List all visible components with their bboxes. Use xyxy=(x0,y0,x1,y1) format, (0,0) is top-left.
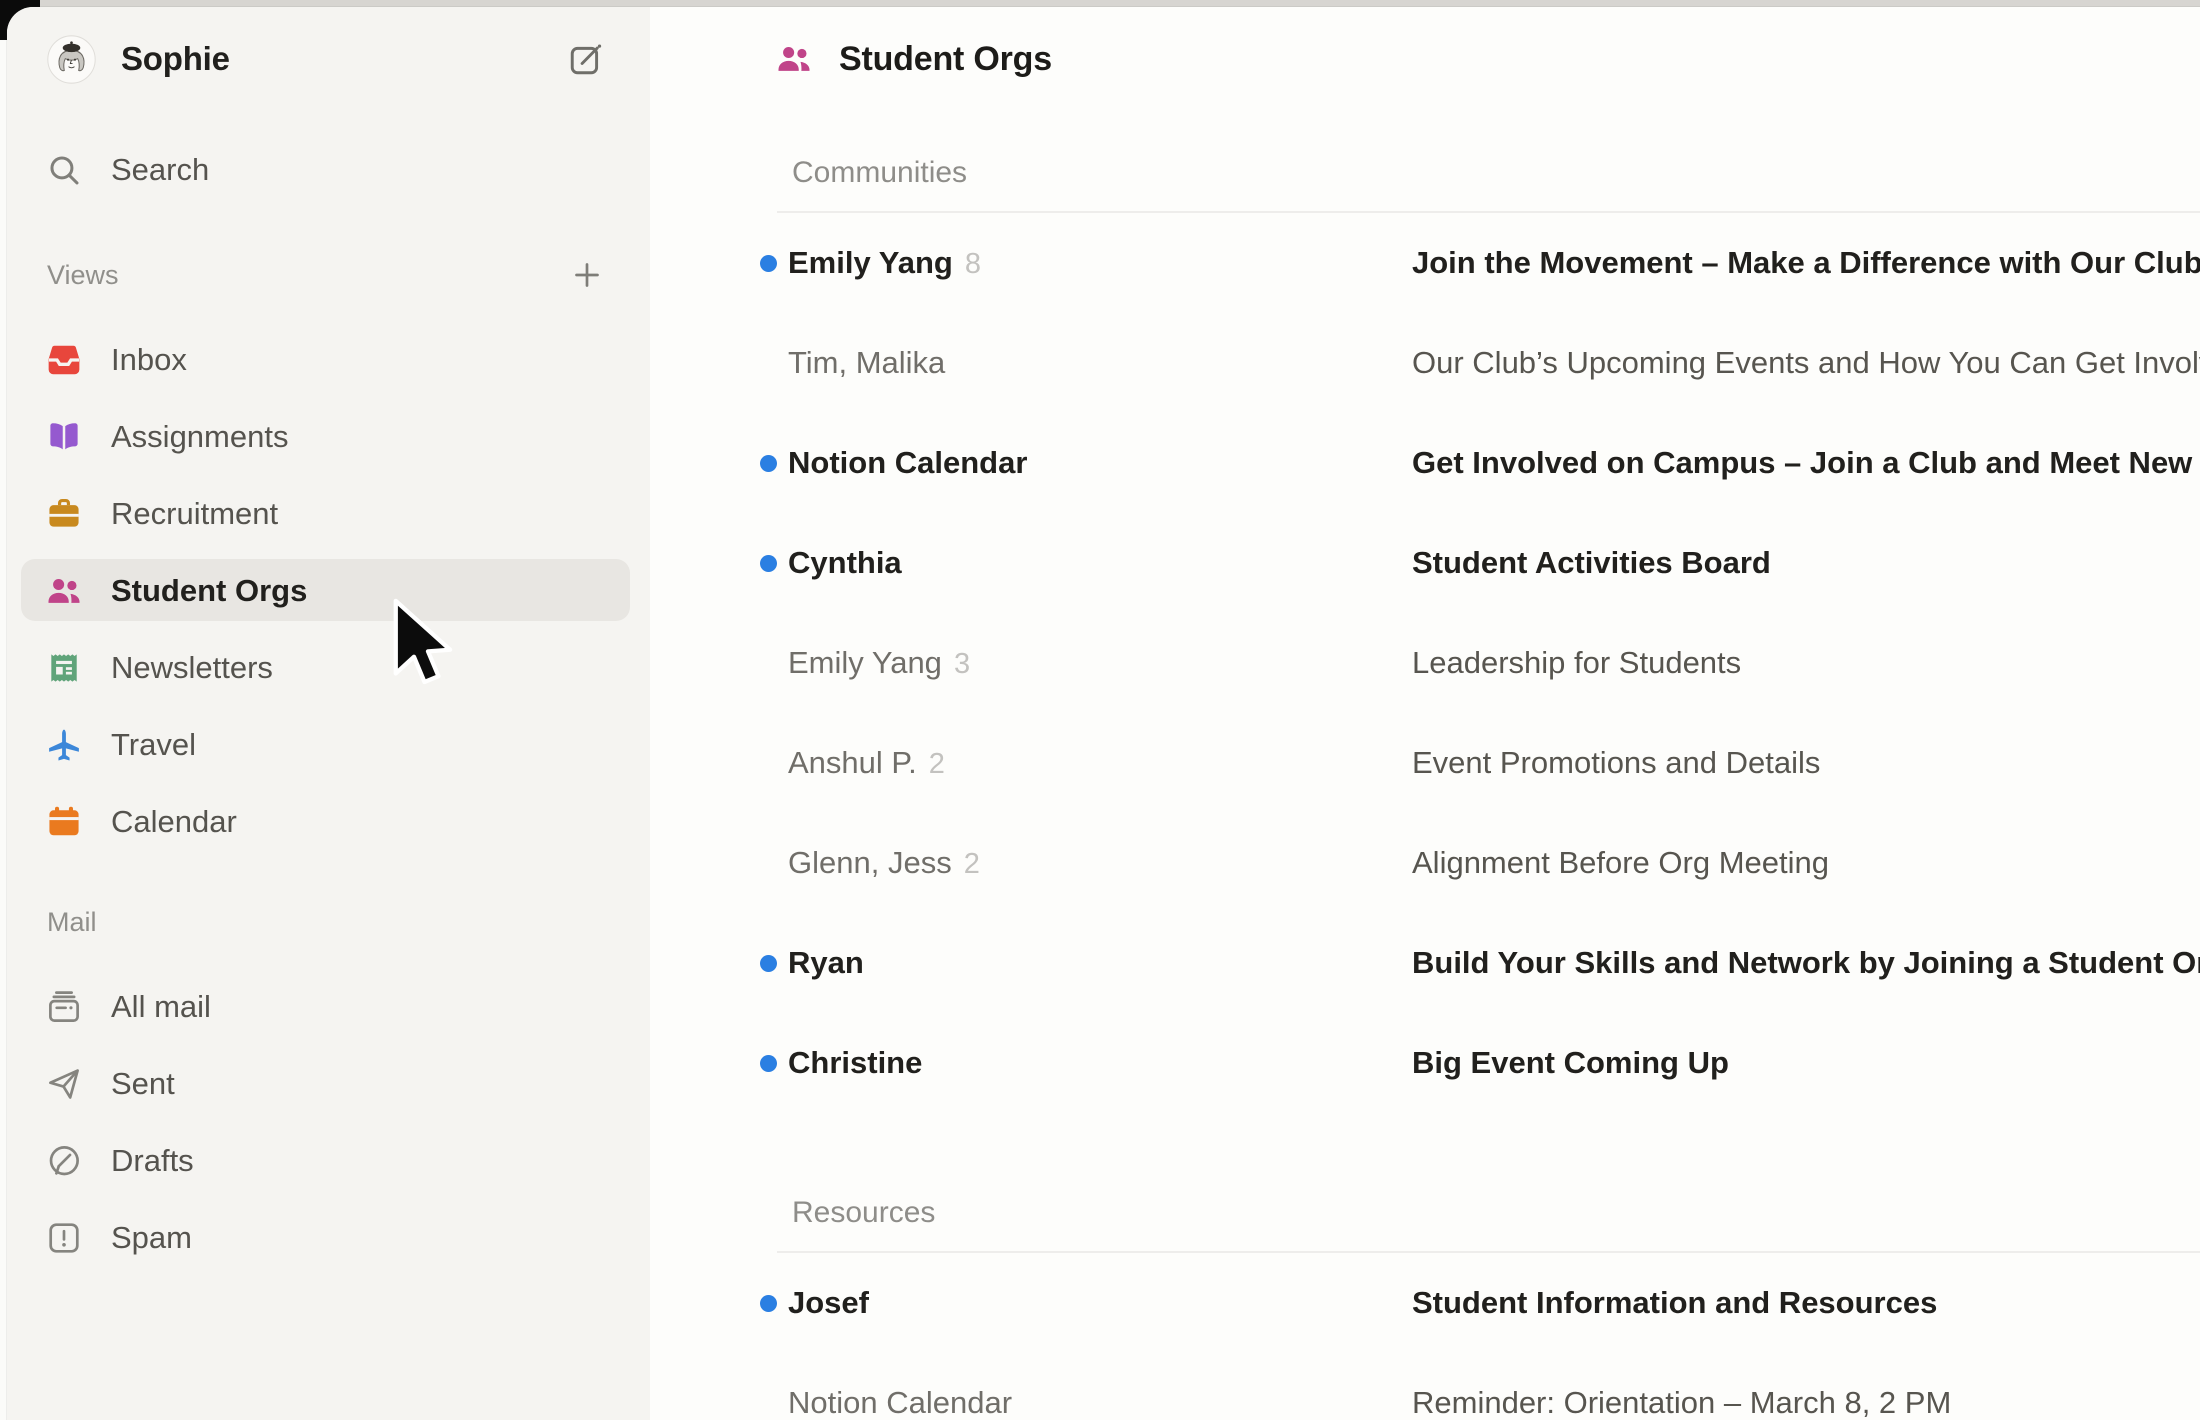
row-thread-count: 3 xyxy=(954,648,970,680)
sidebar-views-list: Inbox Assignments Recruitment Student Or… xyxy=(7,321,650,860)
mail-row[interactable]: Emily Yang 8 Join the Movement – Make a D… xyxy=(650,213,2200,313)
section-rows: Emily Yang 8 Join the Movement – Make a D… xyxy=(650,213,2200,1113)
unread-dot-icon xyxy=(760,1055,777,1072)
section-header: Communities xyxy=(792,145,2200,201)
row-subject: Alignment Before Org Meeting xyxy=(1412,845,2200,881)
sidebar-item-inbox[interactable]: Inbox xyxy=(7,321,650,398)
mail-row[interactable]: Cynthia Student Activities Board xyxy=(650,513,2200,613)
all-mail-icon xyxy=(45,988,83,1026)
views-section-header: Views xyxy=(7,229,650,321)
row-sender: Cynthia xyxy=(788,545,902,580)
view-title-bar: Student Orgs xyxy=(650,7,2200,111)
sidebar-item-calendar[interactable]: Calendar xyxy=(7,783,650,860)
row-sender: Emily Yang xyxy=(788,245,953,280)
unread-dot-icon xyxy=(760,955,777,972)
sidebar-item-sent[interactable]: Sent xyxy=(7,1045,650,1122)
row-subject: Get Involved on Campus – Join a Club and… xyxy=(1412,445,2200,481)
inbox-icon xyxy=(45,341,83,379)
section-communities: Communities Emily Yang 8 Join the Movemen… xyxy=(650,145,2200,1113)
row-sender: Josef xyxy=(788,1285,869,1320)
row-sender: Anshul P. xyxy=(788,745,917,780)
sidebar-item-travel[interactable]: Travel xyxy=(7,706,650,783)
row-subject: Reminder: Orientation – March 8, 2 PM xyxy=(1412,1385,2200,1420)
row-sender: Emily Yang xyxy=(788,645,942,680)
account-header: Sophie xyxy=(7,7,650,111)
account-name: Sophie xyxy=(121,40,230,78)
sidebar-item-spam[interactable]: Spam xyxy=(7,1199,650,1276)
row-thread-count: 2 xyxy=(964,848,980,880)
people-icon xyxy=(775,40,813,78)
mail-header-label: Mail xyxy=(47,907,97,938)
book-icon xyxy=(45,418,83,456)
add-view-icon[interactable] xyxy=(570,258,604,292)
row-thread-count: 2 xyxy=(929,748,945,780)
row-subject: Event Promotions and Details xyxy=(1412,745,2200,781)
row-sender: Glenn, Jess xyxy=(788,845,952,880)
sidebar: Sophie Search Views xyxy=(7,7,650,1420)
row-sender: Christine xyxy=(788,1045,922,1080)
row-sender: Notion Calendar xyxy=(788,445,1027,480)
sidebar-item-assignments[interactable]: Assignments xyxy=(7,398,650,475)
mail-row[interactable]: Notion Calendar Get Involved on Campus –… xyxy=(650,413,2200,513)
row-subject: Leadership for Students xyxy=(1412,645,2200,681)
section-resources: Resources Josef Student Information and … xyxy=(650,1185,2200,1420)
app-window: Sophie Search Views xyxy=(7,7,2200,1420)
row-subject: Big Event Coming Up xyxy=(1412,1045,2200,1081)
calendar-icon xyxy=(45,803,83,841)
unread-dot-icon xyxy=(760,255,777,272)
page-title: Student Orgs xyxy=(839,40,1052,79)
mail-row[interactable]: Emily Yang 3 Leadership for Students xyxy=(650,613,2200,713)
sidebar-item-all-mail[interactable]: All mail xyxy=(7,968,650,1045)
mail-row[interactable]: Ryan Build Your Skills and Network by Jo… xyxy=(650,913,2200,1013)
desktop-top-edge xyxy=(0,0,2200,7)
sidebar-item-student-orgs[interactable]: Student Orgs xyxy=(7,552,650,629)
row-sender: Notion Calendar xyxy=(788,1385,1012,1420)
mail-row[interactable]: Christine Big Event Coming Up xyxy=(650,1013,2200,1113)
avatar[interactable] xyxy=(47,35,96,84)
row-subject: Our Club’s Upcoming Events and How You C… xyxy=(1412,345,2200,381)
drafts-icon xyxy=(45,1142,83,1180)
section-header: Resources xyxy=(792,1185,2200,1241)
unread-dot-icon xyxy=(760,455,777,472)
sidebar-item-recruitment[interactable]: Recruitment xyxy=(7,475,650,552)
sent-icon xyxy=(45,1065,83,1103)
sections-container: Communities Emily Yang 8 Join the Movemen… xyxy=(650,145,2200,1420)
mail-row[interactable]: Tim, Malika Our Club’s Upcoming Events a… xyxy=(650,313,2200,413)
row-sender: Tim, Malika xyxy=(788,345,945,380)
people-icon xyxy=(45,572,83,610)
mail-row[interactable]: Glenn, Jess 2 Alignment Before Org Meetin… xyxy=(650,813,2200,913)
row-subject: Build Your Skills and Network by Joining… xyxy=(1412,945,2200,981)
search-icon xyxy=(45,151,83,189)
section-rows: Josef Student Information and Resources … xyxy=(650,1253,2200,1420)
sidebar-mail-list: All mail Sent Drafts Spam xyxy=(7,968,650,1276)
plane-icon xyxy=(45,726,83,764)
mail-section-header: Mail xyxy=(7,876,650,968)
mail-row[interactable]: Anshul P. 2 Event Promotions and Details xyxy=(650,713,2200,813)
mail-row[interactable]: Notion Calendar Reminder: Orientation – … xyxy=(650,1353,2200,1420)
row-subject: Student Activities Board xyxy=(1412,545,2200,581)
row-subject: Student Information and Resources xyxy=(1412,1285,2200,1321)
search-button[interactable]: Search xyxy=(7,111,650,229)
row-subject: Join the Movement – Make a Difference wi… xyxy=(1412,245,2200,281)
desktop-left-edge xyxy=(0,7,7,1420)
row-thread-count: 8 xyxy=(965,248,981,280)
spam-icon xyxy=(45,1219,83,1257)
sidebar-item-newsletters[interactable]: Newsletters xyxy=(7,629,650,706)
unread-dot-icon xyxy=(760,555,777,572)
sidebar-item-drafts[interactable]: Drafts xyxy=(7,1122,650,1199)
row-sender: Ryan xyxy=(788,945,864,980)
search-label: Search xyxy=(111,152,209,188)
message-list-pane: Student Orgs Communities Emily Yang 8 Joi… xyxy=(650,7,2200,1420)
mail-row[interactable]: Josef Student Information and Resources xyxy=(650,1253,2200,1353)
newsletter-icon xyxy=(45,649,83,687)
briefcase-icon xyxy=(45,495,83,533)
compose-icon[interactable] xyxy=(567,41,604,78)
unread-dot-icon xyxy=(760,1295,777,1312)
views-header-label: Views xyxy=(47,260,119,291)
